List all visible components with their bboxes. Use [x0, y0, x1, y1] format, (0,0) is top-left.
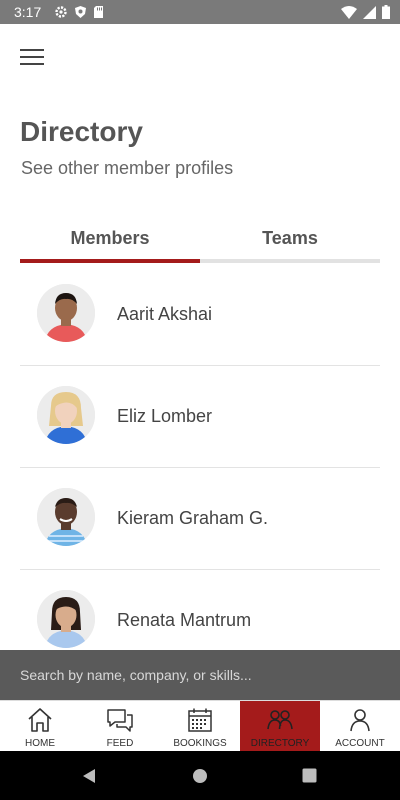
avatar [37, 488, 95, 546]
bottom-nav: HOME FEED BOOKINGS DIRECTORY ACCOUNT [0, 700, 400, 752]
calendar-icon [188, 708, 212, 732]
nav-item-home[interactable]: HOME [0, 701, 80, 752]
nav-label: DIRECTORY [250, 738, 310, 749]
list-item[interactable]: Kieram Graham G. [20, 468, 380, 570]
nav-label: FEED [106, 738, 134, 749]
tab-members[interactable]: Members [20, 222, 200, 263]
nav-label: ACCOUNT [335, 738, 385, 749]
status-bar: 3:17 [0, 0, 400, 24]
avatar [37, 284, 95, 342]
avatar [37, 590, 95, 648]
system-nav-bar [0, 751, 400, 800]
home-circle-icon[interactable] [192, 768, 208, 784]
nav-item-feed[interactable]: FEED [80, 701, 160, 752]
nav-label: HOME [25, 738, 55, 749]
tab-teams-label: Teams [262, 228, 318, 248]
cell-signal-icon [363, 5, 376, 19]
tab-teams[interactable]: Teams [200, 222, 380, 263]
nav-item-directory[interactable]: DIRECTORY [240, 701, 320, 752]
back-icon[interactable] [82, 768, 96, 784]
status-time: 3:17 [14, 4, 42, 20]
wifi-icon [341, 5, 357, 19]
nav-item-bookings[interactable]: BOOKINGS [160, 701, 240, 752]
page-title: Directory [20, 116, 143, 147]
tab-members-indicator [20, 259, 200, 263]
member-name: Eliz Lomber [117, 406, 213, 426]
search-input[interactable] [20, 664, 380, 686]
sd-card-icon [94, 6, 103, 18]
tab-teams-indicator [200, 259, 380, 263]
tab-bar: Members Teams [20, 222, 380, 263]
recents-icon[interactable] [302, 768, 317, 783]
search-bar [0, 650, 400, 700]
member-name: Kieram Graham G. [117, 508, 269, 528]
menu-icon[interactable] [20, 44, 48, 68]
nav-label: BOOKINGS [173, 738, 227, 749]
nav-item-account[interactable]: ACCOUNT [320, 701, 400, 752]
member-name: Renata Mantrum [117, 610, 252, 630]
shield-icon [75, 6, 86, 18]
tab-members-label: Members [70, 228, 150, 248]
home-icon [28, 708, 52, 732]
chat-bubbles-icon [107, 709, 133, 732]
settings-gear-icon [55, 6, 67, 18]
person-icon [350, 709, 370, 732]
list-item[interactable]: Eliz Lomber [20, 366, 380, 468]
member-name: Aarit Akshai [117, 304, 213, 324]
avatar [37, 386, 95, 444]
page-subtitle: See other member profiles [21, 158, 234, 178]
list-item[interactable]: Aarit Akshai [20, 264, 380, 366]
people-icon [267, 710, 293, 730]
battery-icon [382, 5, 390, 19]
